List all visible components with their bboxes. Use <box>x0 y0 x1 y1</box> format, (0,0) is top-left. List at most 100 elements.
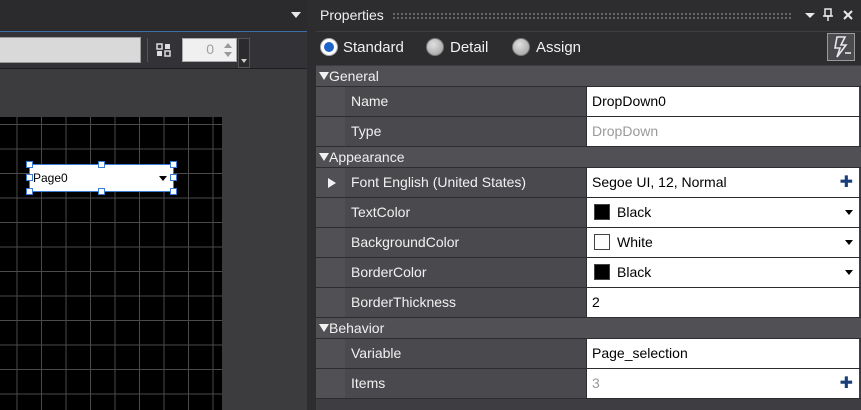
overflow-arrow-icon <box>241 59 247 63</box>
window-menu-icon[interactable] <box>803 7 817 23</box>
radio-assign[interactable] <box>512 38 530 56</box>
resize-handle-bottom[interactable] <box>98 188 105 195</box>
items-value-field[interactable]: 3 ✚ <box>587 369 859 398</box>
resize-handle-top[interactable] <box>98 161 105 168</box>
radio-standard[interactable] <box>320 38 338 56</box>
property-variable-label: Variable <box>351 345 402 361</box>
spin-down-icon[interactable] <box>224 52 232 57</box>
resize-handle-top-right[interactable] <box>170 161 177 168</box>
borderthickness-value-field[interactable]: 2 <box>587 288 859 317</box>
property-row-borderthickness: BorderThickness 2 <box>316 288 861 318</box>
row-gutter <box>316 258 345 287</box>
category-appearance[interactable]: Appearance <box>316 147 861 168</box>
property-row-items: Items 3 ✚ <box>316 369 861 399</box>
property-name-cell: BackgroundColor <box>345 228 587 257</box>
properties-titlebar: Properties <box>316 0 861 31</box>
category-behavior-label: Behavior <box>329 320 385 336</box>
property-name-cell: Type <box>345 117 587 146</box>
pin-icon[interactable] <box>821 7 835 23</box>
property-row-variable: Variable Page_selection <box>316 339 861 369</box>
index-spinner[interactable]: 0 <box>182 38 237 62</box>
events-button[interactable] <box>827 33 855 61</box>
property-backgroundcolor-label: BackgroundColor <box>351 234 460 250</box>
bordercolor-value-field[interactable]: Black <box>587 258 859 287</box>
view-mode-bar: Standard Detail Assign <box>316 32 861 65</box>
panel-splitter[interactable] <box>307 0 316 410</box>
layout-grid-icon[interactable] <box>156 43 172 57</box>
toolbar-overflow-button[interactable] <box>238 38 250 68</box>
color-swatch <box>594 264 610 280</box>
property-row-bordercolor: BorderColor Black <box>316 258 861 288</box>
textcolor-value-field[interactable]: Black <box>587 198 859 227</box>
designer-panel: 0 Page0 <box>0 0 307 410</box>
property-row-font: Font English (United States) Segoe UI, 1… <box>316 168 861 198</box>
row-gutter <box>316 168 345 197</box>
property-name-cell: Font English (United States) <box>345 168 587 197</box>
resize-handle-left[interactable] <box>26 174 33 181</box>
variable-value: Page_selection <box>592 345 688 361</box>
property-row-name: Name DropDown0 <box>316 87 861 117</box>
titlebar-grip[interactable] <box>392 12 792 19</box>
resize-handle-top-left[interactable] <box>26 161 33 168</box>
property-name-cell: TextColor <box>345 198 587 227</box>
property-grid: General Name DropDown0 Type DropDown App… <box>316 66 861 399</box>
toolbar-field[interactable] <box>0 37 141 63</box>
textcolor-value: Black <box>617 204 652 220</box>
property-name-cell: Variable <box>345 339 587 368</box>
radio-standard-label[interactable]: Standard <box>343 39 404 56</box>
design-canvas[interactable] <box>0 117 222 410</box>
property-name-cell: BorderThickness <box>345 288 587 317</box>
bordercolor-value: Black <box>617 264 652 280</box>
resize-handle-bottom-left[interactable] <box>26 188 33 195</box>
property-items-label: Items <box>351 375 386 391</box>
property-row-backgroundcolor: BackgroundColor White <box>316 228 861 258</box>
collapse-arrow-icon[interactable] <box>319 153 329 161</box>
property-name-cell: BorderColor <box>345 258 587 287</box>
name-value: DropDown0 <box>592 93 666 109</box>
index-spinner-value: 0 <box>206 41 214 57</box>
variable-value-field[interactable]: Page_selection <box>587 339 859 368</box>
plus-icon[interactable]: ✚ <box>840 373 853 392</box>
property-borderthickness-label: BorderThickness <box>351 294 457 310</box>
designer-tabstrip <box>0 0 307 32</box>
type-value: DropDown <box>592 123 659 139</box>
spin-up-icon[interactable] <box>224 43 232 48</box>
dropdown-arrow-icon[interactable] <box>845 240 853 245</box>
font-value-field[interactable]: Segoe UI, 12, Normal ✚ <box>587 168 859 197</box>
tab-list-dropdown-icon[interactable] <box>291 12 301 18</box>
category-appearance-label: Appearance <box>329 149 405 165</box>
dropdown-arrow-icon <box>159 176 167 181</box>
resize-handle-bottom-right[interactable] <box>170 188 177 195</box>
radio-detail-label[interactable]: Detail <box>450 39 488 56</box>
collapse-arrow-icon[interactable] <box>319 72 329 80</box>
dropdown-arrow-icon[interactable] <box>845 270 853 275</box>
row-gutter <box>316 369 345 398</box>
property-row-textcolor: TextColor Black <box>316 198 861 228</box>
backgroundcolor-value-field[interactable]: White <box>587 228 859 257</box>
radio-detail[interactable] <box>426 38 444 56</box>
property-font-label: Font English (United States) <box>351 174 527 190</box>
row-gutter <box>316 228 345 257</box>
dropdown-arrow-icon[interactable] <box>845 210 853 215</box>
property-textcolor-label: TextColor <box>351 204 411 220</box>
properties-panel: Properties Standard Detail Assign Genera… <box>316 0 861 410</box>
toolbar-separator <box>147 38 148 62</box>
radio-assign-label[interactable]: Assign <box>536 39 581 56</box>
expand-arrow-icon[interactable] <box>328 178 336 188</box>
close-icon[interactable] <box>841 7 855 23</box>
properties-title: Properties <box>320 7 384 23</box>
row-gutter <box>316 117 345 146</box>
type-value-field: DropDown <box>587 117 859 146</box>
name-value-field[interactable]: DropDown0 <box>587 87 859 116</box>
property-name-label: Name <box>351 93 389 109</box>
collapse-arrow-icon[interactable] <box>319 324 329 332</box>
color-swatch <box>594 204 610 220</box>
resize-handle-right[interactable] <box>170 174 177 181</box>
category-behavior[interactable]: Behavior <box>316 318 861 339</box>
category-general[interactable]: General <box>316 66 861 87</box>
property-type-label: Type <box>351 123 382 139</box>
backgroundcolor-value: White <box>617 234 653 250</box>
dropdown-widget-text: Page0 <box>33 171 68 185</box>
property-name-cell: Name <box>345 87 587 116</box>
plus-icon[interactable]: ✚ <box>840 172 853 191</box>
